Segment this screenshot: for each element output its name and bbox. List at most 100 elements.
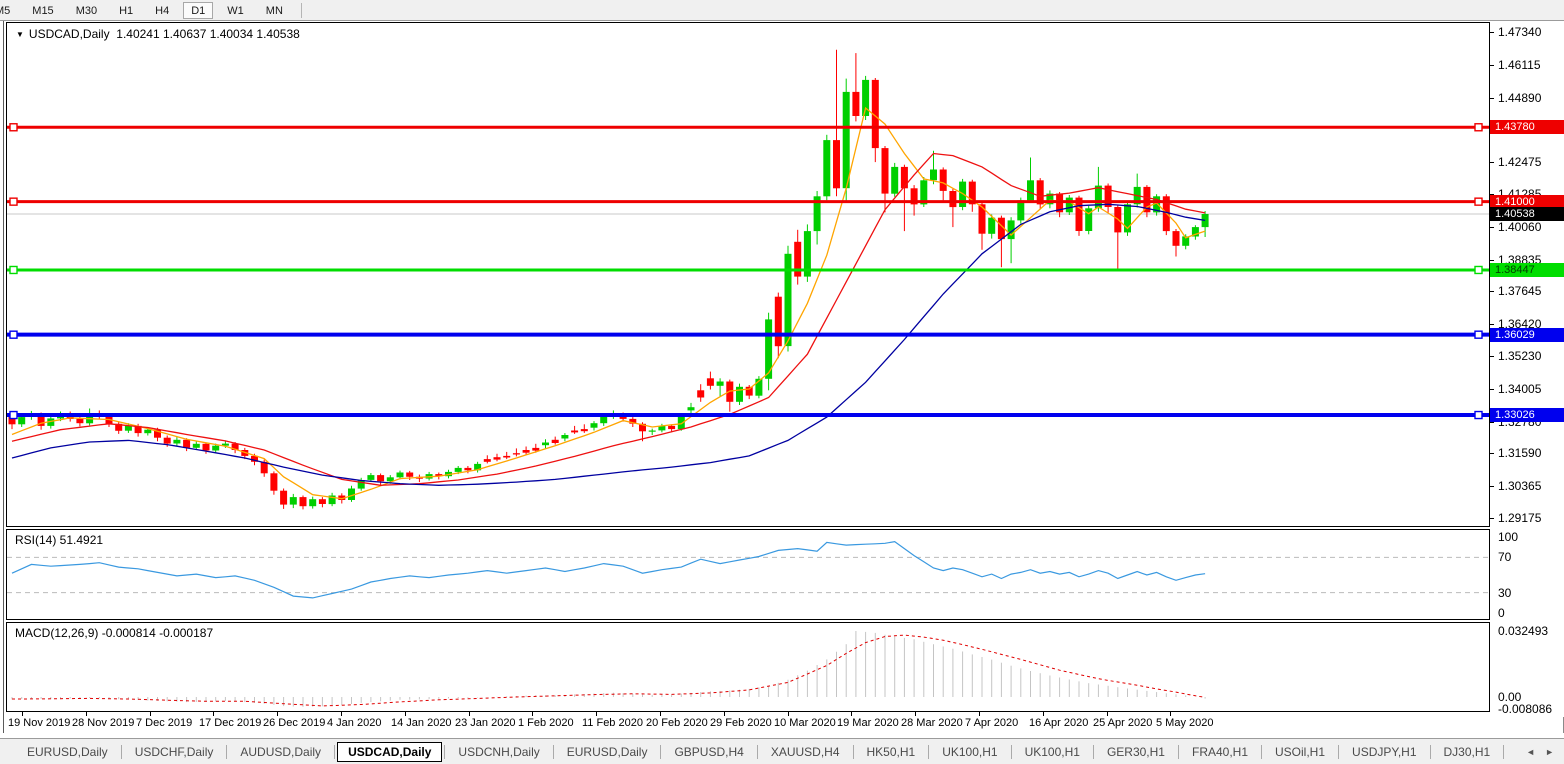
macd-pane[interactable]: MACD(12,26,9) -0.000814 -0.000187	[6, 622, 1490, 712]
tab-dj30-h1[interactable]: DJ30,H1	[1433, 742, 1502, 762]
macd-signal-line	[12, 635, 1205, 706]
timeframe-button-h4[interactable]: H4	[147, 2, 177, 19]
price-tick-mark	[1490, 227, 1494, 228]
tab-usdcnh-daily[interactable]: USDCNH,Daily	[447, 742, 550, 762]
rsi-label: RSI(14) 51.4921	[15, 533, 103, 547]
tab-separator	[1093, 745, 1094, 759]
macd-canvas[interactable]	[7, 623, 1489, 711]
rsi-scale-label: 100	[1498, 531, 1518, 543]
date-tick-mark	[150, 712, 151, 716]
rsi-line	[12, 542, 1205, 598]
date-label: 10 Mar 2020	[774, 717, 836, 729]
timeframe-button-m15[interactable]: M15	[24, 2, 61, 19]
tab-ger30-h1[interactable]: GER30,H1	[1096, 742, 1176, 762]
macd-scale-label: 0.032493	[1498, 625, 1548, 637]
window-left-edge	[3, 21, 4, 733]
tab-separator	[660, 745, 661, 759]
tab-usdchf-daily[interactable]: USDCHF,Daily	[124, 742, 225, 762]
timeframe-button-h1[interactable]: H1	[111, 2, 141, 19]
tab-uk100-h1[interactable]: UK100,H1	[931, 742, 1008, 762]
hline-price-badge: 1.43780	[1490, 120, 1564, 134]
date-tick-mark	[596, 712, 597, 716]
horizontal-line-1.41000[interactable]	[7, 198, 1489, 205]
date-label: 4 Jan 2020	[327, 717, 381, 729]
date-label: 16 Apr 2020	[1029, 717, 1088, 729]
rsi-canvas[interactable]	[7, 530, 1489, 619]
price-tick-label: 1.42475	[1498, 156, 1541, 168]
timeframe-toolbar: M5 M15 M30 H1 H4 D1 W1 MN	[0, 0, 1564, 21]
candlestick-chart-canvas[interactable]	[7, 23, 1489, 526]
tab-eurusd-daily[interactable]: EURUSD,Daily	[556, 742, 659, 762]
chart-ohlc-values: 1.40241 1.40637 1.40034 1.40538	[116, 27, 300, 41]
tab-scroll-right-icon[interactable]: ►	[1545, 747, 1554, 757]
timeframe-button-m30[interactable]: M30	[68, 2, 105, 19]
tab-separator	[226, 745, 227, 759]
tab-scroll-buttons: ◄►	[1526, 747, 1554, 757]
price-tick-label: 1.35230	[1498, 350, 1541, 362]
symbol-dropdown-icon: ▼	[16, 30, 24, 39]
chart-ohlc-title: ▼ USDCAD,Daily 1.40241 1.40637 1.40034 1.…	[16, 27, 300, 41]
tab-fra40-h1[interactable]: FRA40,H1	[1181, 742, 1259, 762]
tab-xauusd-h4[interactable]: XAUUSD,H4	[760, 742, 851, 762]
price-axis[interactable]: 1.473401.461151.448901.436651.424751.412…	[1490, 21, 1564, 717]
price-tick-label: 1.34005	[1498, 383, 1541, 395]
date-label: 29 Feb 2020	[710, 717, 772, 729]
tab-uk100-h1[interactable]: UK100,H1	[1014, 742, 1091, 762]
price-tick-label: 1.47340	[1498, 26, 1541, 38]
tab-separator	[1503, 745, 1504, 759]
horizontal-line-1.36029[interactable]	[7, 331, 1489, 338]
rsi-scale-label: 30	[1498, 587, 1511, 599]
date-tick-mark	[851, 712, 852, 716]
date-tick-mark	[22, 712, 23, 716]
toolbar-separator	[301, 3, 302, 18]
tab-usoil-h1[interactable]: USOil,H1	[1264, 742, 1336, 762]
price-tick-label: 1.29175	[1498, 512, 1541, 524]
timeframe-button-w1[interactable]: W1	[219, 2, 252, 19]
price-tick-mark	[1490, 324, 1494, 325]
tab-separator	[334, 745, 335, 759]
tab-hk50-h1[interactable]: HK50,H1	[856, 742, 927, 762]
date-label: 19 Nov 2019	[8, 717, 70, 729]
time-axis[interactable]: 19 Nov 201928 Nov 20197 Dec 201917 Dec 2…	[6, 712, 1490, 738]
timeframe-button-m5[interactable]: M5	[0, 2, 18, 19]
date-tick-mark	[1043, 712, 1044, 716]
price-tick-mark	[1490, 356, 1494, 357]
chart-tabs-bar: EURUSD,DailyUSDCHF,DailyAUDUSD,DailyUSDC…	[0, 738, 1564, 764]
rsi-pane[interactable]: RSI(14) 51.4921	[6, 529, 1490, 620]
main-chart-pane[interactable]: ▼ USDCAD,Daily 1.40241 1.40637 1.40034 1.…	[6, 22, 1490, 527]
price-tick-mark	[1490, 422, 1494, 423]
horizontal-line-1.38447[interactable]	[7, 266, 1489, 273]
tab-separator	[1011, 745, 1012, 759]
timeframe-button-d1[interactable]: D1	[183, 2, 213, 19]
date-label: 7 Dec 2019	[136, 717, 192, 729]
tab-audusd-daily[interactable]: AUDUSD,Daily	[229, 742, 332, 762]
tab-usdcad-daily[interactable]: USDCAD,Daily	[337, 742, 442, 762]
timeframe-button-mn[interactable]: MN	[258, 2, 291, 19]
horizontal-line-1.43780[interactable]	[7, 124, 1489, 131]
price-tick-mark	[1490, 98, 1494, 99]
tab-gbpusd-h4[interactable]: GBPUSD,H4	[663, 742, 754, 762]
tab-separator	[853, 745, 854, 759]
price-tick-mark	[1490, 65, 1494, 66]
hline-price-badge: 1.38447	[1490, 263, 1564, 277]
tab-scroll-left-icon[interactable]: ◄	[1526, 747, 1535, 757]
date-tick-mark	[469, 712, 470, 716]
price-tick-label: 1.30365	[1498, 480, 1541, 492]
ma-fast-line	[12, 108, 1205, 499]
date-label: 5 May 2020	[1156, 717, 1213, 729]
chart-symbol: USDCAD,Daily	[29, 27, 110, 41]
date-tick-mark	[213, 712, 214, 716]
current-price-badge: 1.40538	[1490, 207, 1564, 221]
hline-price-badge: 1.33026	[1490, 408, 1564, 422]
date-label: 1 Feb 2020	[518, 717, 574, 729]
horizontal-line-1.33026[interactable]	[7, 412, 1489, 419]
tab-usdjpy-h1[interactable]: USDJPY,H1	[1341, 742, 1427, 762]
date-tick-mark	[405, 712, 406, 716]
rsi-scale-label: 0	[1498, 607, 1505, 619]
date-tick-mark	[86, 712, 87, 716]
tab-eurusd-daily[interactable]: EURUSD,Daily	[16, 742, 119, 762]
price-tick-mark	[1490, 291, 1494, 292]
price-tick-label: 1.44890	[1498, 92, 1541, 104]
candle-series	[9, 50, 1209, 510]
macd-scale-label: -0.008086	[1498, 703, 1552, 715]
